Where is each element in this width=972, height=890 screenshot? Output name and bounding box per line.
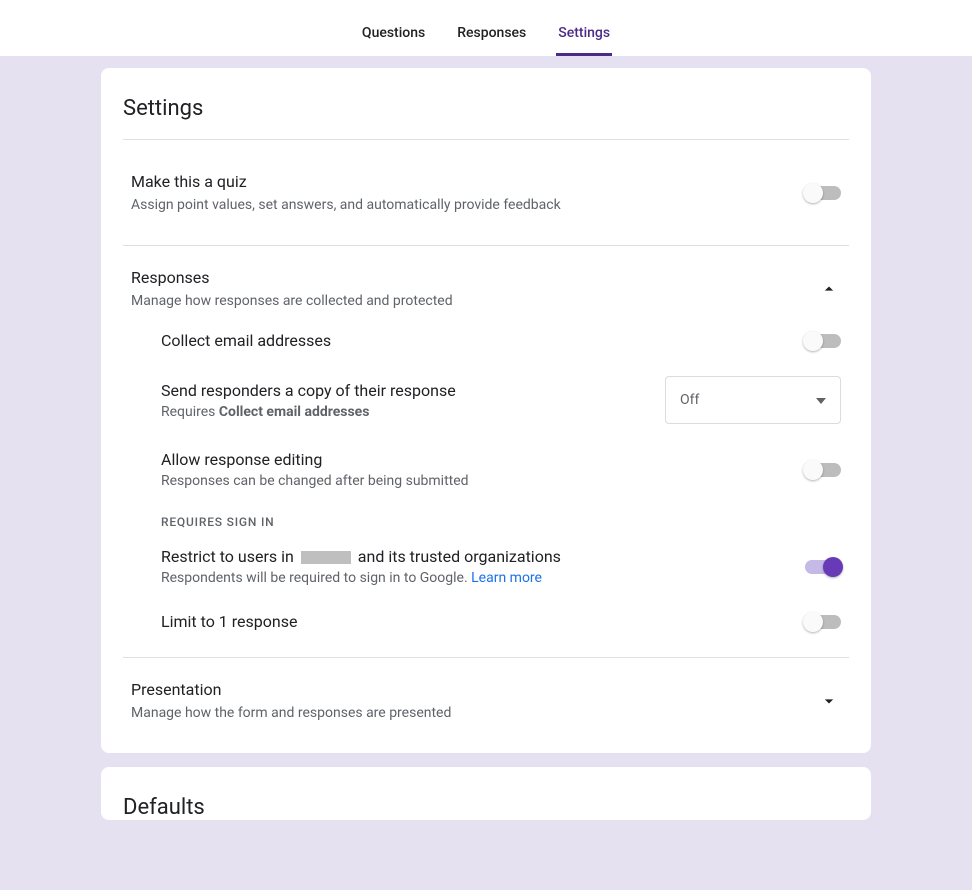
allow-edit-label: Allow response editing <box>161 450 469 469</box>
quiz-section: Make this a quiz Assign point values, se… <box>123 140 849 246</box>
tab-questions[interactable]: Questions <box>360 25 427 56</box>
dropdown-icon <box>816 392 826 408</box>
canvas-background: Settings Make this a quiz Assign point v… <box>0 56 972 890</box>
page-title: Settings <box>123 86 849 139</box>
learn-more-link[interactable]: Learn more <box>471 570 542 586</box>
tab-settings[interactable]: Settings <box>556 25 612 56</box>
collect-email-label: Collect email addresses <box>161 331 331 350</box>
responses-title: Responses <box>131 268 797 287</box>
presentation-sub: Manage how the form and responses are pr… <box>131 705 797 721</box>
restrict-label: Restrict to users in and its trusted org… <box>161 547 561 566</box>
tab-responses[interactable]: Responses <box>455 25 528 56</box>
quiz-title: Make this a quiz <box>131 172 785 191</box>
send-copy-label: Send responders a copy of their response <box>161 381 456 400</box>
settings-card: Settings Make this a quiz Assign point v… <box>101 68 871 753</box>
responses-section: Responses Manage how responses are colle… <box>123 246 849 658</box>
collect-email-toggle[interactable] <box>805 334 841 348</box>
chevron-down-icon[interactable] <box>817 689 841 713</box>
allow-edit-toggle[interactable] <box>805 463 841 477</box>
chevron-up-icon[interactable] <box>817 277 841 301</box>
quiz-sub: Assign point values, set answers, and au… <box>131 197 785 213</box>
redacted-org <box>301 551 351 564</box>
send-copy-select-value: Off <box>680 392 699 408</box>
requires-signin-label: REQUIRES SIGN IN <box>161 515 841 529</box>
send-copy-select[interactable]: Off <box>665 376 841 424</box>
presentation-title: Presentation <box>131 680 797 699</box>
restrict-toggle[interactable] <box>805 560 841 574</box>
top-tab-bar: Questions Responses Settings <box>0 0 972 56</box>
responses-sub: Manage how responses are collected and p… <box>131 293 797 309</box>
allow-edit-desc: Responses can be changed after being sub… <box>161 473 469 489</box>
limit-toggle[interactable] <box>805 615 841 629</box>
defaults-title: Defaults <box>123 785 849 820</box>
send-copy-desc: Requires Collect email addresses <box>161 404 456 420</box>
restrict-desc: Respondents will be required to sign in … <box>161 570 561 586</box>
quiz-toggle[interactable] <box>805 186 841 200</box>
defaults-card: Defaults <box>101 767 871 820</box>
limit-label: Limit to 1 response <box>161 612 297 631</box>
presentation-section: Presentation Manage how the form and res… <box>123 658 849 743</box>
